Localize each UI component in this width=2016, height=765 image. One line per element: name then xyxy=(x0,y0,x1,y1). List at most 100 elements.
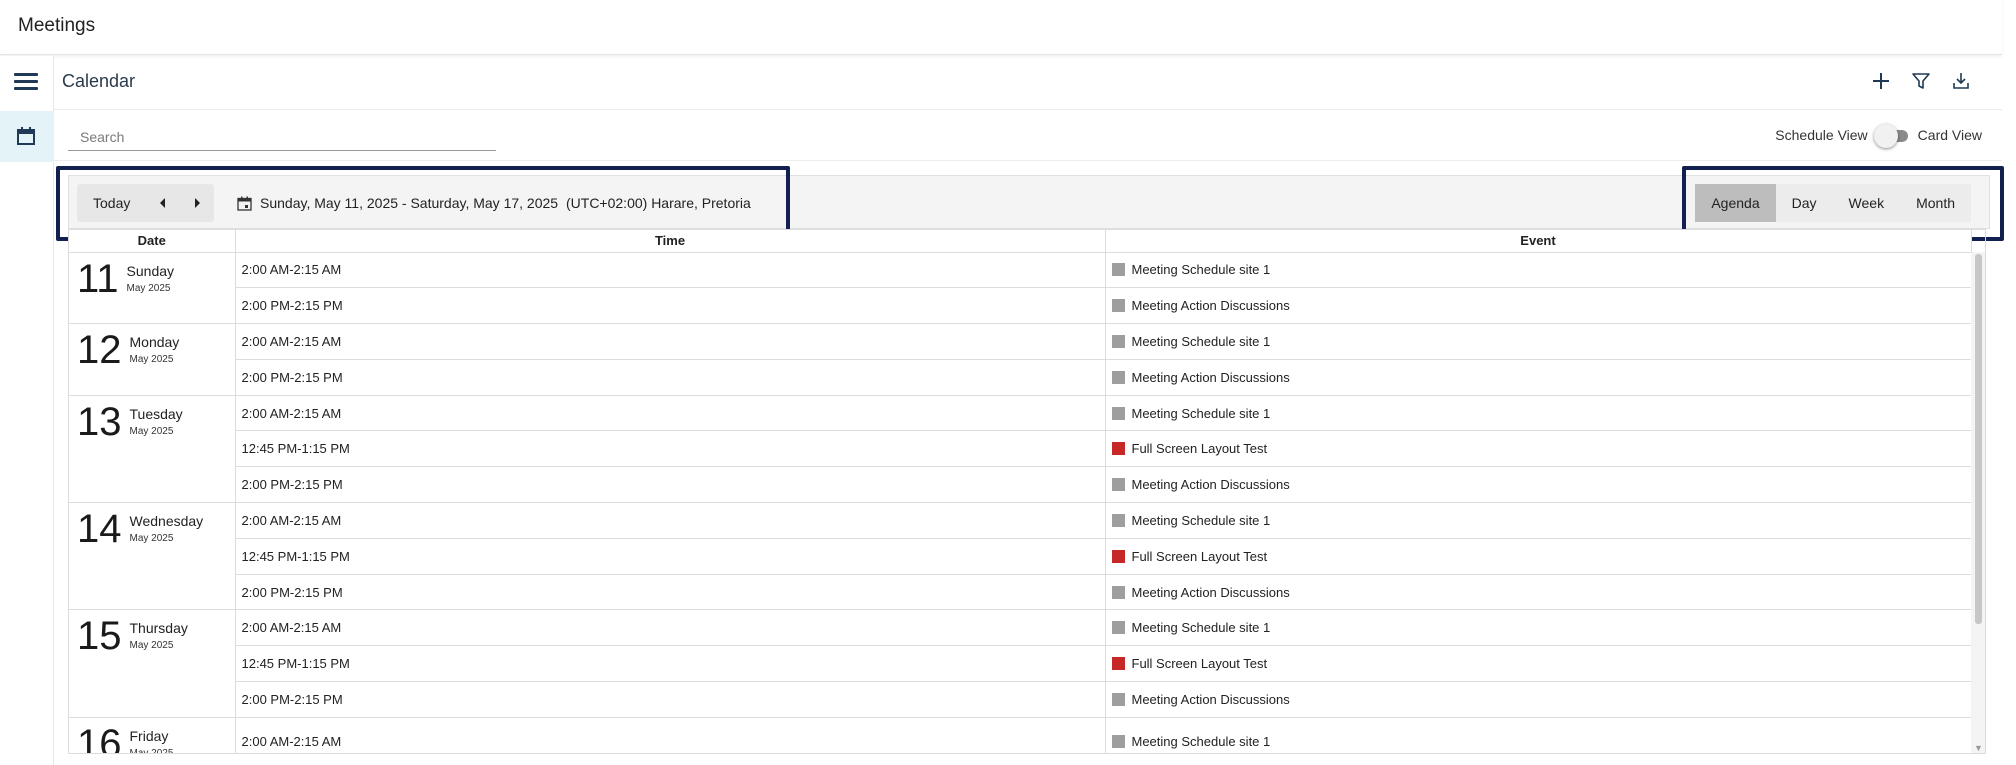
event-cell: Meeting Action Discussions xyxy=(1105,574,1972,611)
table-row[interactable]: 16 Friday May 2025 2:00 AM-2:15 AM Meeting S… xyxy=(69,717,1972,754)
event-title: Meeting Action Discussions xyxy=(1131,477,1290,493)
day-number: 11 xyxy=(77,256,119,301)
today-button[interactable]: Today xyxy=(77,184,146,222)
event-cell: Meeting Schedule site 1 xyxy=(1105,323,1972,360)
column-header-time: Time xyxy=(235,230,1106,253)
event-cell: Meeting Action Discussions xyxy=(1105,466,1972,504)
view-agenda[interactable]: Agenda xyxy=(1695,184,1776,222)
event-item[interactable]: Meeting Action Discussions xyxy=(1111,298,1971,313)
caret-left-icon xyxy=(160,198,166,208)
page-title: Calendar xyxy=(62,71,136,91)
month-year: May 2025 xyxy=(129,425,174,437)
day-name: Wednesday xyxy=(129,513,204,530)
day-number: 15 xyxy=(77,614,122,659)
table-row[interactable]: 2:00 PM-2:15 PM Meeting Action Discussion… xyxy=(69,681,1972,718)
date-cell: 16 Friday May 2025 xyxy=(69,717,236,754)
filter-icon[interactable] xyxy=(1910,70,1932,92)
event-item[interactable]: Meeting Schedule site 1 xyxy=(1111,513,1971,528)
date-cell: 11 Sunday May 2025 xyxy=(69,252,236,325)
plus-icon[interactable] xyxy=(1870,70,1892,92)
table-row[interactable]: 12:45 PM-1:15 PM Full Screen Layout Test xyxy=(69,645,1972,683)
hamburger-menu-icon[interactable] xyxy=(14,73,38,93)
nav-group: Today xyxy=(77,184,215,222)
month-year: May 2025 xyxy=(129,747,174,754)
event-item[interactable]: Meeting Schedule site 1 xyxy=(1111,405,1971,421)
table-row[interactable]: 2:00 PM-2:15 PM Meeting Action Discussion… xyxy=(69,574,1972,611)
event-color-swatch xyxy=(1111,692,1125,706)
time-cell: 2:00 AM-2:15 AM xyxy=(235,717,1106,753)
event-item[interactable]: Full Screen Layout Test xyxy=(1111,656,1971,672)
time-cell: 2:00 PM-2:15 PM xyxy=(235,681,1106,718)
event-color-swatch xyxy=(1111,657,1125,671)
event-item[interactable]: Full Screen Layout Test xyxy=(1111,441,1971,456)
month-year: May 2025 xyxy=(129,533,174,545)
day-label: Wednesday May 2025 xyxy=(130,507,204,544)
vertical-scrollbar[interactable]: ▼ xyxy=(1971,252,1985,753)
event-item[interactable]: Full Screen Layout Test xyxy=(1111,549,1971,564)
event-item[interactable]: Meeting Schedule site 1 xyxy=(1111,734,1971,749)
scrollbar-thumb[interactable] xyxy=(1975,254,1982,624)
event-item[interactable]: Meeting Schedule site 1 xyxy=(1111,334,1971,349)
event-item[interactable]: Meeting Action Discussions xyxy=(1111,370,1971,385)
table-row[interactable]: 12 Monday May 2025 2:00 AM-2:15 AM Meeting S… xyxy=(69,323,1972,396)
table-row[interactable]: 14 Wednesday May 2025 2:00 AM-2:15 AM Meetin… xyxy=(69,502,1972,611)
day-label: Monday May 2025 xyxy=(130,328,180,365)
date-cell: 15 Thursday May 2025 xyxy=(69,609,236,718)
event-cell: Meeting Schedule site 1 xyxy=(1105,609,1972,647)
view-week[interactable]: Week xyxy=(1833,184,1901,222)
view-day[interactable]: Day xyxy=(1776,184,1833,222)
calendar-toolbar: Today Sunday, May 11, 2025 - Saturday, M… xyxy=(68,175,1990,229)
event-color-swatch xyxy=(1111,735,1125,749)
event-title: Meeting Action Discussions xyxy=(1131,691,1290,707)
event-cell: Meeting Schedule site 1 xyxy=(1105,717,1972,753)
column-header-date: Date xyxy=(69,230,236,253)
time-cell: 2:00 AM-2:15 AM xyxy=(235,502,1106,539)
event-item[interactable]: Meeting Action Discussions xyxy=(1111,477,1971,493)
table-row[interactable]: 13 Tuesday May 2025 2:00 AM-2:15 AM Meeting … xyxy=(69,395,1972,504)
table-row[interactable]: 12:45 PM-1:15 PM Full Screen Layout Test xyxy=(69,430,1972,468)
event-cell: Meeting Schedule site 1 xyxy=(1105,502,1972,539)
event-title: Full Screen Layout Test xyxy=(1131,656,1268,672)
table-row[interactable]: 12:45 PM-1:15 PM Full Screen Layout Test xyxy=(69,538,1972,575)
time-cell: 2:00 PM-2:15 PM xyxy=(235,574,1106,611)
date-range-picker[interactable]: Sunday, May 11, 2025 - Saturday, May 17,… xyxy=(237,184,558,222)
event-color-swatch xyxy=(1111,370,1125,384)
download-icon[interactable] xyxy=(1950,70,1972,92)
event-color-swatch xyxy=(1111,442,1125,456)
month-year: May 2025 xyxy=(129,354,174,366)
date-range-text: Sunday, May 11, 2025 - Saturday, May 17,… xyxy=(260,195,559,211)
time-cell: 2:00 AM-2:15 AM xyxy=(235,395,1106,432)
day-name: Tuesday xyxy=(129,405,183,422)
event-color-swatch xyxy=(1111,263,1125,277)
day-name: Sunday xyxy=(126,262,175,279)
agenda-body: 11 Sunday May 2025 2:00 AM-2:15 AM Meeting S… xyxy=(69,252,1972,754)
event-title: Meeting Schedule site 1 xyxy=(1131,405,1271,421)
caret-right-icon xyxy=(195,198,201,208)
time-cell: 2:00 PM-2:15 PM xyxy=(235,359,1106,396)
prev-button[interactable] xyxy=(146,184,180,222)
event-item[interactable]: Meeting Schedule site 1 xyxy=(1111,262,1971,277)
view-switcher: Agenda Day Week Month xyxy=(1695,184,1971,222)
table-row[interactable]: 2:00 PM-2:15 PM Meeting Action Discussion… xyxy=(69,466,1972,504)
time-cell: 2:00 AM-2:15 AM xyxy=(235,323,1106,360)
day-label: Thursday May 2025 xyxy=(130,614,188,651)
event-item[interactable]: Meeting Schedule site 1 xyxy=(1111,620,1971,635)
search-input[interactable] xyxy=(68,123,496,151)
view-toggle-switch[interactable] xyxy=(1873,121,1912,149)
next-button[interactable] xyxy=(180,184,214,222)
card-view-label: Card View xyxy=(1917,127,1982,143)
rail-item-calendar[interactable] xyxy=(0,111,54,162)
view-month[interactable]: Month xyxy=(1900,184,1971,222)
table-row[interactable]: 2:00 PM-2:15 PM Meeting Action Discussion… xyxy=(69,287,1972,325)
event-item[interactable]: Meeting Action Discussions xyxy=(1111,585,1971,600)
table-row[interactable]: 15 Thursday May 2025 2:00 AM-2:15 AM Meeting… xyxy=(69,609,1972,718)
table-row[interactable]: 11 Sunday May 2025 2:00 AM-2:15 AM Meeting S… xyxy=(69,252,1972,325)
calendar-icon xyxy=(237,196,252,211)
time-cell: 12:45 PM-1:15 PM xyxy=(235,538,1106,575)
event-item[interactable]: Meeting Action Discussions xyxy=(1111,691,1971,707)
scroll-down-icon[interactable]: ▼ xyxy=(1974,743,1983,753)
timezone-label[interactable]: (UTC+02:00) Harare, Pretoria xyxy=(566,184,751,222)
table-row[interactable]: 2:00 PM-2:15 PM Meeting Action Discussion… xyxy=(69,359,1972,396)
app-title-bar: Meetings xyxy=(0,0,2002,55)
event-cell: Meeting Schedule site 1 xyxy=(1105,252,1972,289)
